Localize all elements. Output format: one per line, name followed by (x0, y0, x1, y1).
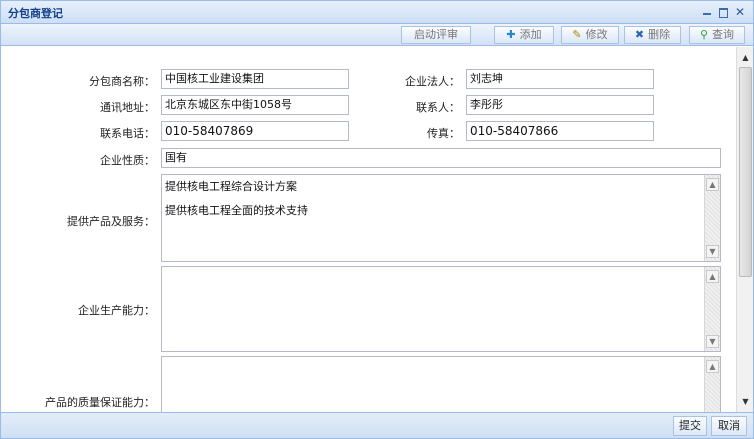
maximize-icon[interactable] (717, 6, 729, 18)
search-icon: ⚲ (699, 28, 709, 41)
edit-label: 修改 (585, 28, 608, 41)
start-review-label: 启动评审 (414, 28, 458, 41)
subcontractor-name-label: 分包商名称： (89, 75, 155, 88)
capacity-scrollbar[interactable]: ▲ ▼ (704, 267, 720, 351)
contact-person-field[interactable]: 李彤彤 (466, 95, 654, 115)
form-scrollbar[interactable]: ▲ ▼ (736, 47, 753, 412)
form-panel: 分包商名称： 中国核工业建设集团 企业法人： 刘志坤 通讯地址： 北京东城区东中… (1, 47, 736, 412)
scroll-up-icon[interactable]: ▲ (706, 178, 719, 191)
add-label: 添加 (519, 28, 542, 41)
nature-field[interactable]: 国有 (161, 148, 721, 168)
scroll-down-icon[interactable]: ▼ (706, 335, 719, 348)
minimize-icon[interactable] (701, 6, 713, 18)
toolbar: 启动评审 ✚ 添加 ✎ 修改 ✖ 删除 ⚲ 查询 (1, 24, 753, 46)
address-field[interactable]: 北京东城区东中街1058号 (161, 95, 349, 115)
search-button[interactable]: ⚲ 查询 (689, 26, 745, 44)
quality-textarea[interactable]: ▲ (161, 356, 721, 412)
products-textarea[interactable]: 提供核电工程综合设计方案 提供核电工程全面的技术支持 ▲ ▼ (161, 174, 721, 262)
capacity-textarea[interactable]: ▲ ▼ (161, 266, 721, 352)
subcontractor-registration-window: 分包商登记 ✕ 启动评审 ✚ 添加 ✎ 修改 ✖ 删除 ⚲ 查询 分包商名称： 中国核工… (0, 0, 754, 439)
nature-label: 企业性质： (100, 154, 155, 167)
address-label: 通讯地址： (100, 101, 155, 114)
pencil-icon: ✎ (572, 28, 582, 41)
quality-label: 产品的质量保证能力： (45, 396, 155, 409)
legal-person-label: 企业法人： (405, 75, 460, 88)
capacity-label: 企业生产能力： (78, 304, 155, 317)
title-bar: 分包商登记 ✕ (1, 1, 753, 24)
quality-scrollbar[interactable]: ▲ (704, 357, 720, 412)
scroll-down-icon[interactable]: ▼ (739, 395, 752, 408)
scrollbar-thumb[interactable] (739, 67, 752, 277)
phone-field[interactable]: 010-58407869 (161, 121, 349, 141)
footer-bar: 提交 取消 (1, 412, 753, 438)
contact-person-label: 联系人： (416, 101, 460, 114)
delete-icon: ✖ (634, 28, 645, 41)
submit-button[interactable]: 提交 (673, 416, 707, 436)
add-icon: ✚ (506, 28, 516, 41)
scroll-up-icon[interactable]: ▲ (739, 51, 752, 64)
legal-person-field[interactable]: 刘志坤 (466, 69, 654, 89)
start-review-button[interactable]: 启动评审 (401, 26, 471, 44)
close-icon[interactable]: ✕ (734, 6, 746, 18)
window-title: 分包商登记 (8, 7, 63, 20)
fax-field[interactable]: 010-58407866 (466, 121, 654, 141)
phone-label: 联系电话： (100, 127, 155, 140)
delete-label: 删除 (648, 28, 671, 41)
scroll-up-icon[interactable]: ▲ (706, 270, 719, 283)
fax-label: 传真： (427, 127, 460, 140)
products-line-1: 提供核电工程综合设计方案 (165, 180, 297, 193)
cancel-button[interactable]: 取消 (711, 416, 747, 436)
search-label: 查询 (712, 28, 735, 41)
scroll-up-icon[interactable]: ▲ (706, 360, 719, 373)
delete-button[interactable]: ✖ 删除 (624, 26, 681, 44)
edit-button[interactable]: ✎ 修改 (561, 26, 619, 44)
subcontractor-name-field[interactable]: 中国核工业建设集团 (161, 69, 349, 89)
products-line-2: 提供核电工程全面的技术支持 (165, 204, 308, 217)
products-scrollbar[interactable]: ▲ ▼ (704, 175, 720, 261)
products-label: 提供产品及服务： (67, 215, 155, 228)
scroll-down-icon[interactable]: ▼ (706, 245, 719, 258)
add-button[interactable]: ✚ 添加 (494, 26, 554, 44)
